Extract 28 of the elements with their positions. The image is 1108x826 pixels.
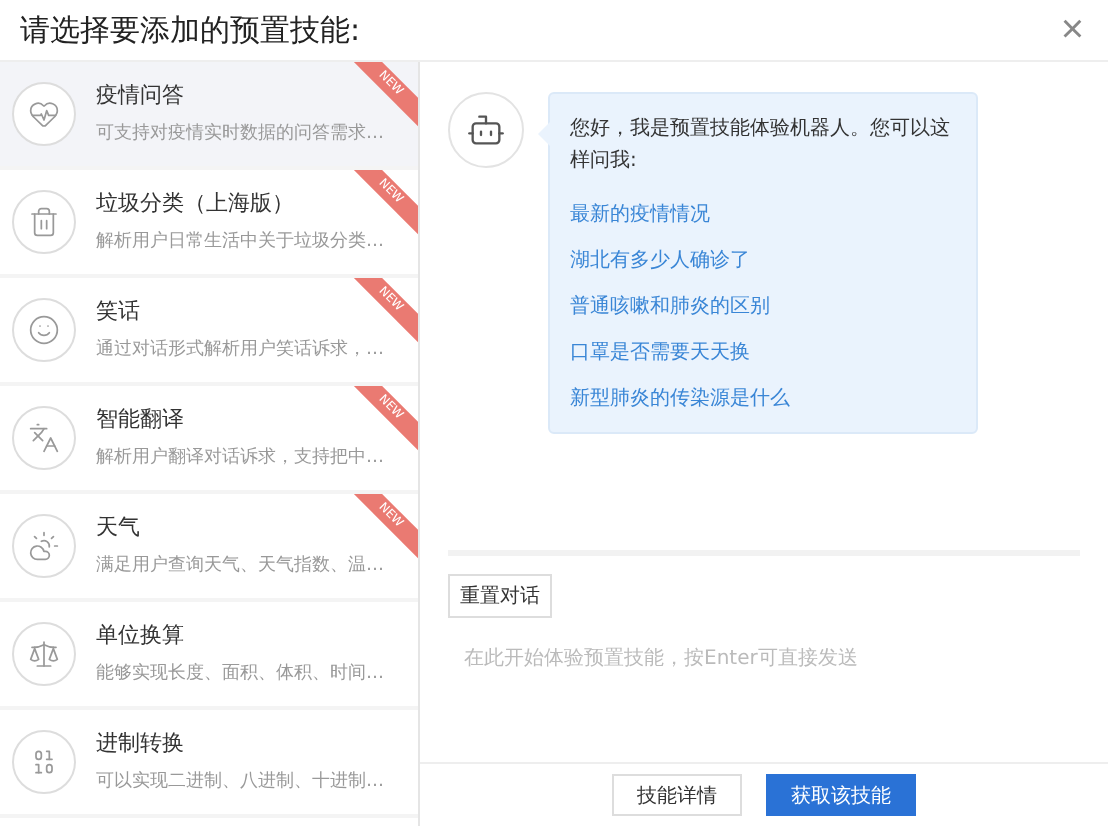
cloud-sun-icon (12, 514, 76, 578)
dialog-title: 请选择要添加的预置技能: (20, 11, 361, 49)
robot-avatar-icon (448, 92, 524, 168)
reset-button[interactable]: 重置对话 (448, 574, 552, 618)
skill-description: 解析用户日常生活中关于垃圾分类… (96, 229, 384, 255)
skill-name: 疫情问答 (96, 81, 186, 109)
binary-icon (12, 730, 76, 794)
skill-description: 可支持对疫情实时数据的问答需求… (96, 121, 384, 147)
skill-name: 笑话 (96, 297, 142, 325)
primary-button[interactable]: 获取该技能 (766, 774, 916, 816)
smile-icon (12, 298, 76, 362)
skill-name: 进制转换 (96, 729, 186, 757)
translate-icon (12, 406, 76, 470)
skill-name: 垃圾分类（上海版） (96, 189, 296, 217)
skill-description: 通过对话形式解析用户笑话诉求，… (96, 337, 384, 363)
skill-description: 能够实现长度、面积、体积、时间… (96, 661, 384, 687)
greeting-text: 您好，我是预置技能体验机器人。您可以这样问我: (570, 115, 952, 176)
close-button[interactable]: × (1052, 10, 1092, 50)
skill-name: 单位换算 (96, 621, 186, 649)
skill-description: 满足用户查询天气、天气指数、温… (96, 553, 384, 579)
secondary-button[interactable]: 技能详情 (612, 774, 742, 816)
heart-pulse-icon (12, 82, 76, 146)
skill-name: 智能翻译 (96, 405, 186, 433)
trash-icon (12, 190, 76, 254)
skill-description: 解析用户翻译对话诉求，支持把中… (96, 445, 384, 471)
skill-name: 天气 (96, 513, 142, 541)
scale-icon (12, 622, 76, 686)
skill-description: 可以实现二进制、八进制、十进制… (96, 769, 384, 795)
